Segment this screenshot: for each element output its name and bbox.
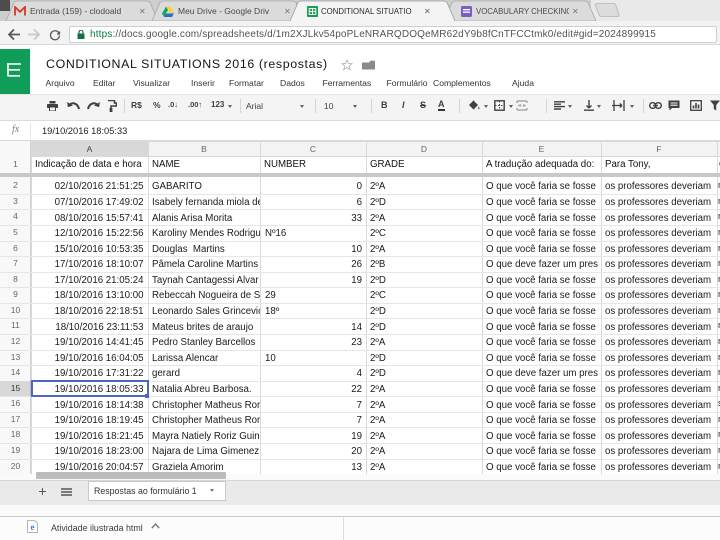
svg-text:e: e <box>30 522 34 532</box>
